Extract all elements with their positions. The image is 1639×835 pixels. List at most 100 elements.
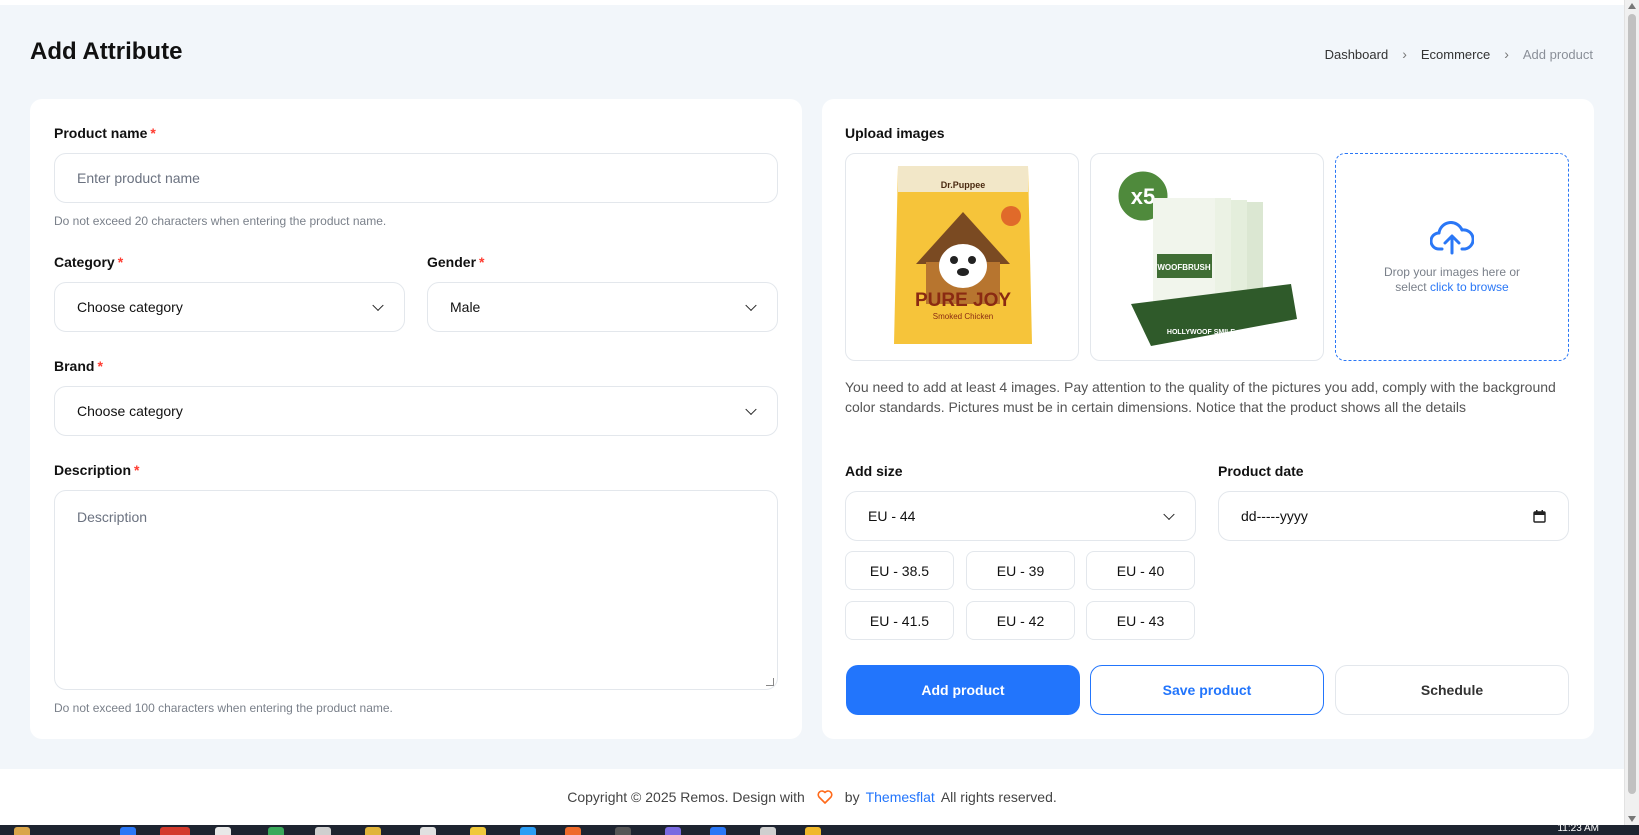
size-select[interactable]: EU - 44	[845, 491, 1196, 541]
taskbar-app-icon[interactable]	[365, 827, 381, 835]
size-chip-41-5[interactable]: EU - 41.5	[845, 601, 954, 640]
resize-handle-icon[interactable]	[766, 678, 774, 686]
breadcrumb-add-product: Add product	[1522, 46, 1593, 62]
pure-joy-subtitle: Smoked Chicken	[933, 312, 993, 321]
size-chip-38-5[interactable]: EU - 38.5	[845, 551, 954, 590]
taskbar-app-icon[interactable]	[315, 827, 331, 835]
woofbrush-subtitle: HOLLYWOOF SMILE	[1167, 329, 1236, 336]
product-date-value: dd-----yyyy	[1241, 508, 1308, 524]
page-title: Add Attribute	[30, 38, 183, 65]
footer-rights: All rights reserved.	[940, 789, 1057, 805]
size-chip-39[interactable]: EU - 39	[966, 551, 1075, 590]
required-mark: *	[150, 125, 156, 141]
product-image-1[interactable]: PURE JOY Smoked Chicken Dr.Puppee	[845, 153, 1079, 361]
woofbrush-box-image: x5 WOOFBRUSH HOLLYWOOF SMILE	[1115, 168, 1297, 346]
top-strip	[0, 0, 1624, 5]
brand-label-text: Brand	[54, 358, 95, 374]
scroll-up-icon[interactable]	[1628, 3, 1636, 9]
woofbrush-title: WOOFBRUSH	[1157, 263, 1211, 272]
taskbar-app-icon[interactable]	[565, 827, 581, 835]
scroll-thumb[interactable]	[1628, 14, 1636, 794]
required-mark: *	[479, 254, 485, 270]
taskbar-app-icon[interactable]	[14, 827, 30, 835]
gender-label-text: Gender	[427, 254, 477, 270]
taskbar-app-icon[interactable]	[615, 827, 631, 835]
scroll-down-icon[interactable]	[1628, 816, 1636, 822]
chevron-down-icon	[745, 403, 757, 416]
size-value: EU - 44	[868, 508, 916, 524]
taskbar-app-icon[interactable]	[420, 827, 436, 835]
category-value: Choose category	[77, 299, 183, 315]
breadcrumb: Dashboard › Ecommerce › Add product	[1325, 46, 1593, 62]
pure-joy-brand: Dr.Puppee	[941, 180, 986, 190]
os-taskbar: 11:23 AM	[0, 825, 1639, 835]
required-mark: *	[97, 358, 103, 374]
taskbar-app-icon[interactable]	[160, 827, 190, 835]
taskbar-app-icon[interactable]	[805, 827, 821, 835]
size-chip-40[interactable]: EU - 40	[1086, 551, 1195, 590]
taskbar-app-icon[interactable]	[215, 827, 231, 835]
product-name-hint: Do not exceed 20 characters when enterin…	[54, 214, 387, 228]
taskbar-clock: 11:23 AM	[1557, 825, 1599, 834]
description-label: Description *	[54, 462, 139, 478]
category-label-text: Category	[54, 254, 115, 270]
product-date-input[interactable]: dd-----yyyy	[1218, 491, 1569, 541]
cloud-upload-icon	[1430, 221, 1474, 255]
upload-note: You need to add at least 4 images. Pay a…	[845, 379, 1556, 415]
product-name-label: Product name *	[54, 125, 156, 141]
page-scrollbar[interactable]	[1624, 0, 1639, 825]
chevron-down-icon	[372, 299, 384, 312]
chevron-right-icon: ›	[1504, 46, 1509, 62]
category-select[interactable]: Choose category	[54, 282, 405, 332]
description-textarea[interactable]: Description	[54, 490, 778, 690]
taskbar-app-icon[interactable]	[268, 827, 284, 835]
taskbar-app-icon[interactable]	[120, 827, 136, 835]
gender-select[interactable]: Male	[427, 282, 778, 332]
chevron-right-icon: ›	[1402, 46, 1407, 62]
size-chip-43[interactable]: EU - 43	[1086, 601, 1195, 640]
schedule-button[interactable]: Schedule	[1335, 665, 1569, 715]
breadcrumb-ecommerce[interactable]: Ecommerce	[1421, 47, 1490, 62]
product-name-input[interactable]: Enter product name	[54, 153, 778, 203]
brand-label: Brand *	[54, 358, 103, 374]
upload-images-label: Upload images	[845, 125, 945, 141]
required-mark: *	[117, 254, 124, 270]
required-mark: *	[134, 462, 140, 478]
product-name-label-text: Product name	[54, 125, 148, 141]
brand-value: Choose category	[77, 403, 183, 419]
size-chip-42[interactable]: EU - 42	[966, 601, 1075, 640]
calendar-icon[interactable]	[1533, 510, 1546, 523]
breadcrumb-dashboard[interactable]: Dashboard	[1325, 47, 1389, 62]
drop-zone-text: Drop your images here or select click to…	[1372, 265, 1532, 295]
product-date-label: Product date	[1218, 463, 1304, 479]
description-hint: Do not exceed 100 characters when enteri…	[54, 701, 393, 715]
taskbar-app-icon[interactable]	[470, 827, 486, 835]
chevron-down-icon	[745, 299, 757, 312]
product-name-placeholder: Enter product name	[77, 170, 200, 186]
save-product-button[interactable]: Save product	[1090, 665, 1324, 715]
taskbar-app-icon[interactable]	[520, 827, 536, 835]
footer-copyright: Copyright © 2025 Remos. Design with	[567, 789, 805, 805]
taskbar-app-icon[interactable]	[760, 827, 776, 835]
add-product-button[interactable]: Add product	[846, 665, 1080, 715]
footer-by: by	[844, 789, 860, 805]
x5-badge: x5	[1131, 184, 1155, 209]
description-label-text: Description	[54, 462, 132, 478]
image-drop-zone[interactable]: Drop your images here or select click to…	[1335, 153, 1569, 361]
taskbar-app-icon[interactable]	[710, 827, 726, 835]
themesflat-link[interactable]: Themesflat	[866, 789, 935, 805]
heart-icon	[817, 790, 833, 804]
description-placeholder: Description	[77, 509, 148, 525]
taskbar-app-icon[interactable]	[665, 827, 681, 835]
add-size-label: Add size	[845, 463, 903, 479]
chevron-down-icon	[1163, 508, 1175, 521]
product-image-2[interactable]: x5 WOOFBRUSH HOLLYWOOF SMILE	[1090, 153, 1324, 361]
footer: Copyright © 2025 Remos. Design with by T…	[0, 769, 1624, 825]
browse-link[interactable]: click to browse	[1430, 280, 1509, 294]
pure-joy-bag-image: PURE JOY Smoked Chicken Dr.Puppee	[894, 166, 1032, 344]
pure-joy-title: PURE JOY	[915, 290, 1011, 311]
category-label: Category *	[54, 254, 123, 270]
brand-select[interactable]: Choose category	[54, 386, 778, 436]
gender-label: Gender *	[427, 254, 484, 270]
gender-value: Male	[450, 299, 481, 315]
